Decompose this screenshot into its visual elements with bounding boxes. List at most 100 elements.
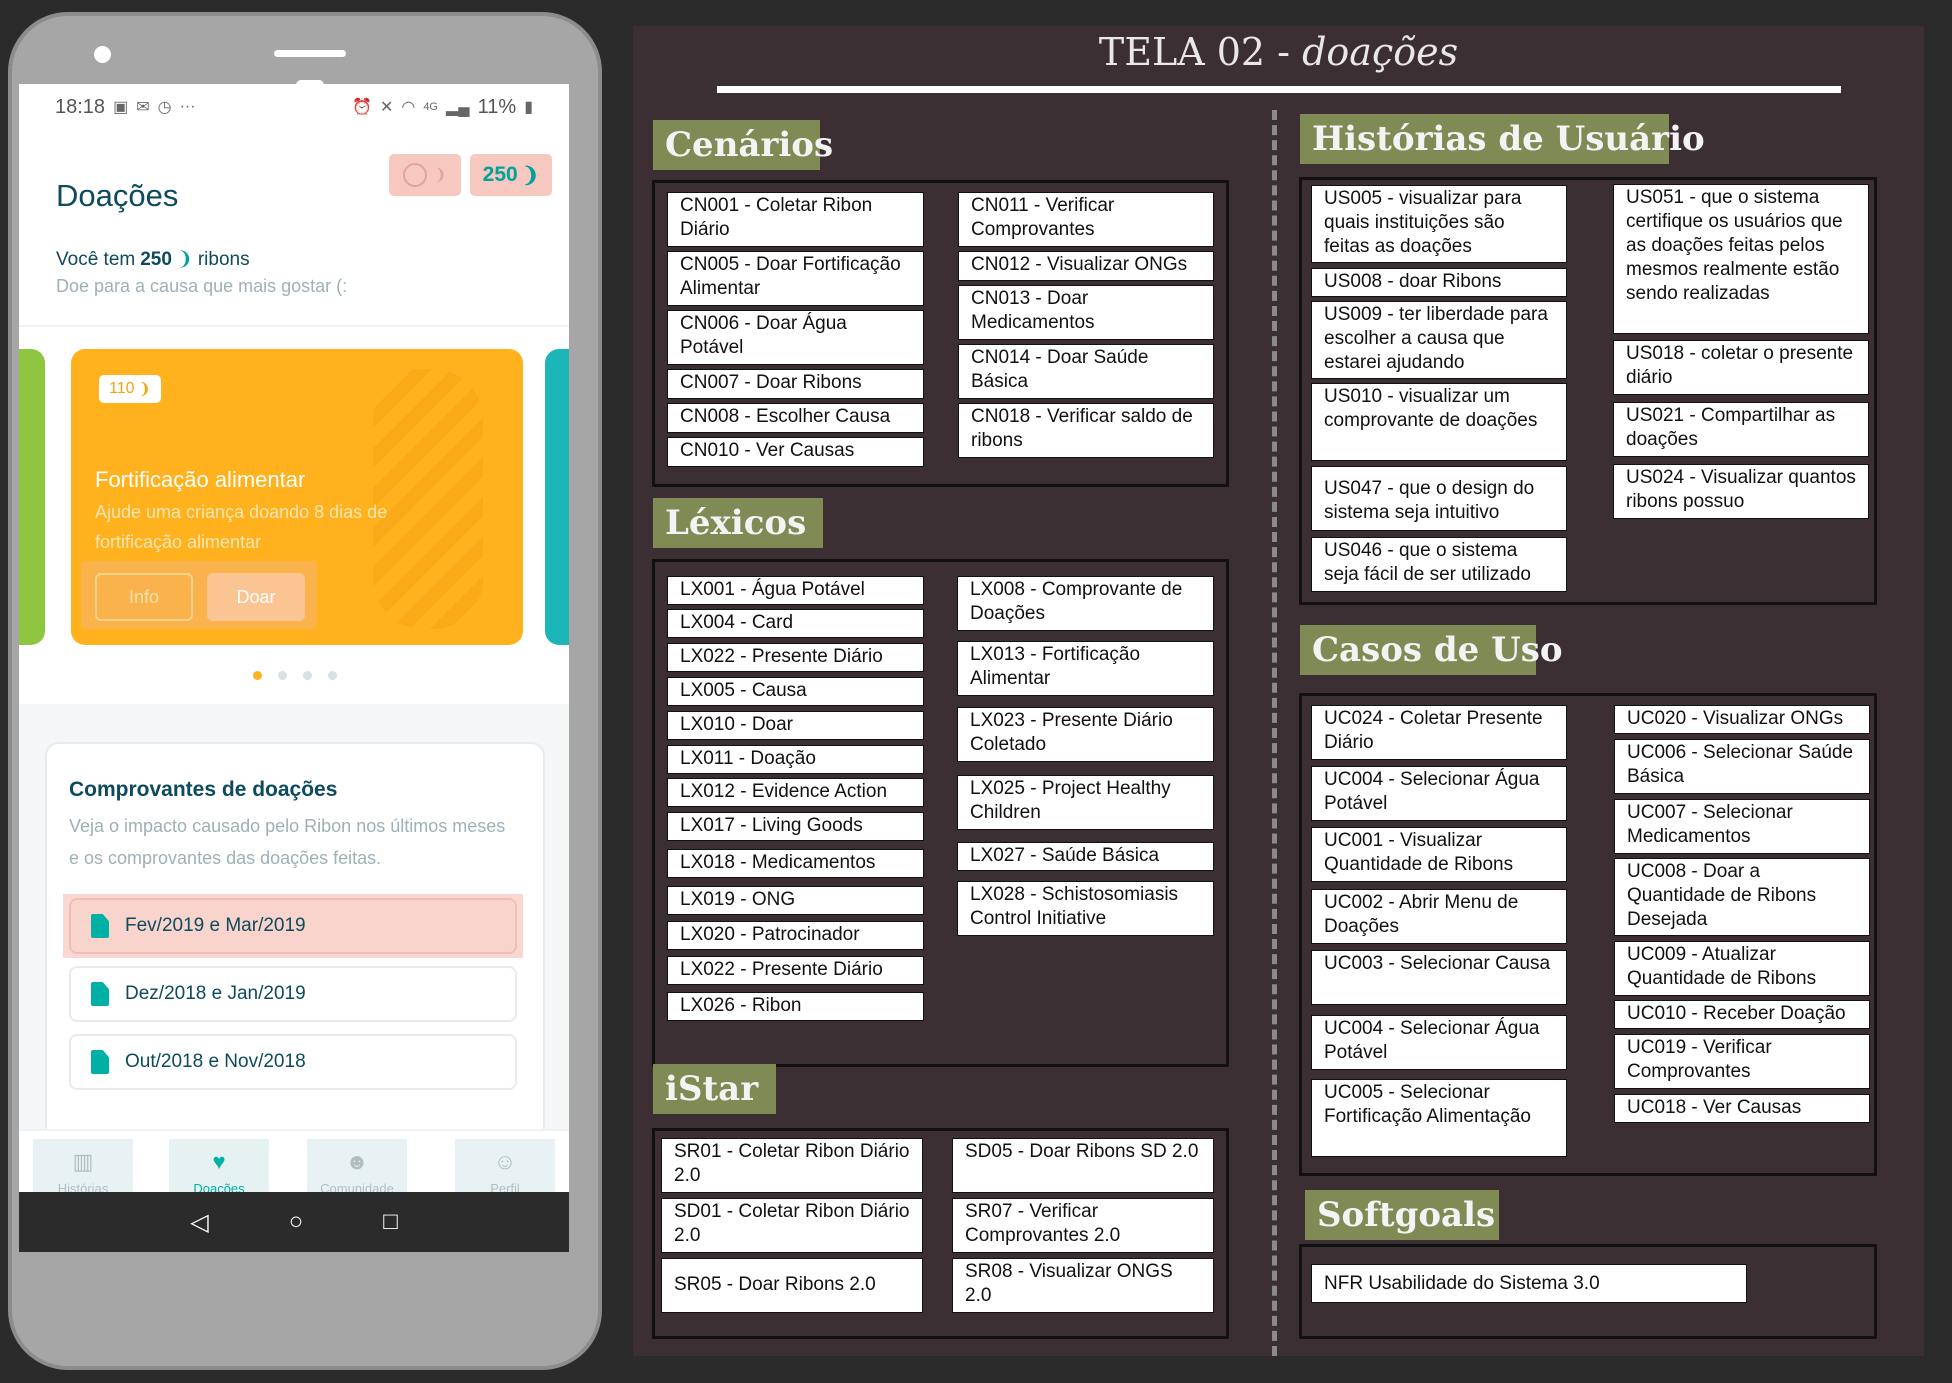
section-label-istar: iStar bbox=[653, 1064, 776, 1114]
cenario-item: CN006 - Doar Água Potável bbox=[667, 310, 924, 365]
receipt-item[interactable]: Out/2018 e Nov/2018 bbox=[69, 1034, 517, 1090]
cause-description: Ajude uma criança doando 8 dias de forti… bbox=[95, 502, 388, 552]
board-title-main: TELA 02 - bbox=[1098, 30, 1303, 74]
status-bar: 18:18 ▣ ✉ ◷ ··· ⏰ ✕ ◠ 4G ▂▄ 11% ▮ bbox=[19, 84, 569, 130]
lexico-item: LX013 - Fortificação Alimentar bbox=[957, 641, 1214, 696]
caso-item: UC019 - Verificar Comprovantes bbox=[1614, 1034, 1870, 1089]
lexico-item: LX001 - Água Potável bbox=[667, 576, 924, 605]
historia-item: US009 - ter liberdade para escolher a ca… bbox=[1311, 301, 1567, 379]
carousel-dot[interactable] bbox=[278, 671, 287, 680]
tab-perfil[interactable]: ☺ Perfil bbox=[455, 1139, 555, 1192]
document-icon bbox=[91, 914, 109, 938]
gallery-icon: ▣ bbox=[113, 99, 129, 116]
caso-item: UC004 - Selecionar Água Potável bbox=[1311, 1015, 1567, 1070]
lexico-item: LX018 - Medicamentos bbox=[667, 849, 924, 878]
balance-chip[interactable]: 250 ❩ bbox=[470, 154, 552, 196]
istar-item: SD01 - Coletar Ribon Diário 2.0 bbox=[661, 1198, 923, 1253]
receipt-label: Dez/2018 e Jan/2019 bbox=[125, 983, 306, 1004]
donate-button[interactable]: Doar bbox=[207, 573, 305, 621]
tab-historias[interactable]: ▥ Histórias bbox=[33, 1139, 133, 1192]
info-button[interactable]: Info bbox=[95, 573, 193, 621]
section-box-casos: UC024 - Coletar Presente Diário UC004 - … bbox=[1299, 693, 1877, 1176]
status-time: 18:18 bbox=[55, 95, 106, 118]
balance-suffix: ribons bbox=[197, 248, 250, 270]
clock-icon bbox=[403, 163, 428, 187]
document-icon bbox=[91, 982, 109, 1006]
historia-item: US024 - Visualizar quantos ribons possuo bbox=[1613, 464, 1869, 519]
heart-icon: ♥ bbox=[212, 1148, 226, 1174]
prev-cause-card[interactable] bbox=[19, 349, 45, 645]
signal-icon: ▂▄ bbox=[446, 99, 470, 116]
title-rule bbox=[717, 86, 1841, 93]
caso-item: UC020 - Visualizar ONGs bbox=[1614, 705, 1870, 734]
historia-item: US051 - que o sistema certifique os usuá… bbox=[1613, 184, 1869, 334]
back-icon[interactable]: ◁ bbox=[190, 1208, 208, 1237]
lexico-item: LX011 - Doação bbox=[667, 745, 924, 774]
carousel-dot[interactable] bbox=[253, 671, 262, 680]
cause-title: Fortificação alimentar bbox=[95, 467, 306, 492]
lexico-item: LX027 - Saúde Básica bbox=[957, 842, 1214, 871]
section-label-lexicos: Léxicos bbox=[653, 498, 823, 548]
istar-item: SR08 - Visualizar ONGS 2.0 bbox=[952, 1258, 1214, 1313]
tab-label: Comunidade bbox=[320, 1180, 394, 1193]
cenario-item: CN013 - Doar Medicamentos bbox=[958, 285, 1214, 340]
history-chip[interactable]: ❩ bbox=[389, 154, 461, 196]
historia-item: US021 - Compartilhar as doações bbox=[1613, 402, 1869, 457]
divider bbox=[19, 325, 569, 327]
board-title: TELA 02 - doações bbox=[633, 30, 1924, 74]
ribbon-icon: ❩ bbox=[176, 249, 193, 270]
lexico-item: LX010 - Doar bbox=[667, 711, 924, 740]
document-icon bbox=[91, 1050, 109, 1074]
tagline: Doe para a causa que mais gostar (: bbox=[56, 276, 348, 296]
caso-item: UC018 - Ver Causas bbox=[1614, 1094, 1870, 1123]
tab-doacoes[interactable]: ♥ Doações bbox=[169, 1139, 269, 1192]
ribbon-icon: ❩ bbox=[137, 381, 151, 398]
bottom-tab-bar: ▥ Histórias ♥ Doações ☻ Comunidade ☺ Per… bbox=[19, 1129, 569, 1192]
lexico-item: LX012 - Evidence Action bbox=[667, 778, 924, 807]
section-label-casos: Casos de Uso bbox=[1300, 625, 1563, 675]
receipt-label: Fev/2019 e Mar/2019 bbox=[125, 915, 306, 936]
caso-item: UC008 - Doar a Quantidade de Ribons Dese… bbox=[1614, 858, 1870, 936]
caso-item: UC006 - Selecionar Saúde Básica bbox=[1614, 739, 1870, 794]
caso-item: UC007 - Selecionar Medicamentos bbox=[1614, 799, 1870, 854]
caso-item: UC003 - Selecionar Causa bbox=[1311, 950, 1567, 1005]
network-type: 4G bbox=[423, 101, 438, 113]
lexico-item: LX028 - Schistosomiasis Control Initiati… bbox=[957, 881, 1214, 936]
more-icon: ··· bbox=[179, 98, 196, 115]
recents-icon[interactable]: □ bbox=[383, 1208, 398, 1236]
cenario-item: CN007 - Doar Ribons bbox=[667, 369, 924, 399]
tab-label: Perfil bbox=[490, 1180, 520, 1193]
cenario-item: CN010 - Ver Causas bbox=[667, 437, 924, 467]
receipt-item[interactable]: Dez/2018 e Jan/2019 bbox=[69, 966, 517, 1022]
tab-label: Histórias bbox=[57, 1180, 109, 1193]
caso-item: UC010 - Receber Doação bbox=[1614, 1000, 1870, 1029]
alarm-clock-icon: ⏰ bbox=[352, 99, 372, 116]
lexico-item: LX019 - ONG bbox=[667, 886, 924, 915]
section-box-historias: US005 - visualizar para quais instituiçõ… bbox=[1299, 177, 1877, 605]
caso-item: UC005 - Selecionar Fortificação Alimenta… bbox=[1311, 1079, 1567, 1157]
caso-item: UC009 - Atualizar Quantidade de Ribons bbox=[1614, 941, 1870, 996]
board-title-emphasis: doações bbox=[1302, 30, 1459, 74]
lexico-item: LX026 - Ribon bbox=[667, 992, 924, 1021]
profile-icon: ☺ bbox=[493, 1148, 517, 1174]
tab-comunidade[interactable]: ☻ Comunidade bbox=[307, 1139, 407, 1192]
cause-card[interactable]: 110 ❩ Fortificação alimentar Ajude uma c… bbox=[71, 349, 523, 645]
diagram-board: TELA 02 - doações Cenários CN001 - Colet… bbox=[633, 26, 1924, 1356]
section-label-softgoals: Softgoals bbox=[1305, 1190, 1499, 1240]
lexico-item: LX025 - Project Healthy Children bbox=[957, 775, 1214, 830]
section-box-lexicos: LX001 - Água Potável LX004 - Card LX022 … bbox=[652, 559, 1229, 1067]
receipts-description: Veja o impacto causado pelo Ribon nos úl… bbox=[69, 816, 506, 868]
carousel-dot[interactable] bbox=[303, 671, 312, 680]
softgoal-item: NFR Usabilidade do Sistema 3.0 bbox=[1311, 1264, 1747, 1303]
home-icon[interactable]: ○ bbox=[289, 1208, 304, 1236]
carousel-dots bbox=[253, 671, 337, 680]
android-nav-bar: ◁ ○ □ bbox=[19, 1192, 569, 1252]
ribbon-icon: ❩ bbox=[521, 163, 540, 187]
receipt-item[interactable]: Fev/2019 e Mar/2019 bbox=[69, 898, 517, 954]
cenario-item: CN012 - Visualizar ONGs bbox=[958, 251, 1214, 281]
carousel-dot[interactable] bbox=[328, 671, 337, 680]
next-cause-card[interactable] bbox=[545, 349, 569, 645]
historia-item: US047 - que o design do sistema seja int… bbox=[1311, 466, 1567, 531]
front-camera bbox=[94, 46, 111, 63]
lexico-item: LX008 - Comprovante de Doações bbox=[957, 576, 1214, 631]
